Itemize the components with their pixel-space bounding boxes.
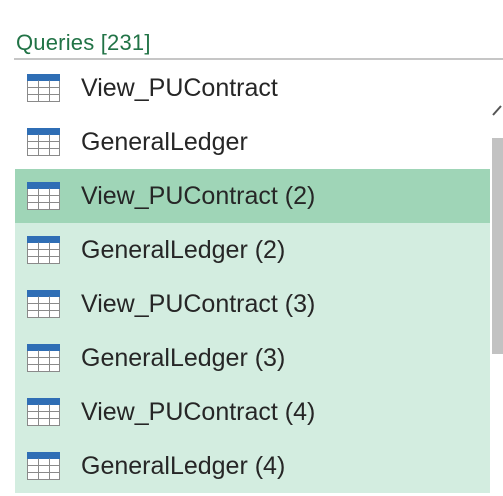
query-item-selected[interactable]: GeneralLedger (4) — [15, 439, 490, 493]
query-label: GeneralLedger (4) — [81, 452, 286, 480]
query-item-active[interactable]: View_PUContract (2) — [15, 169, 490, 223]
query-label: GeneralLedger (2) — [81, 236, 286, 264]
query-item-selected[interactable]: GeneralLedger (3) — [15, 331, 490, 385]
table-icon — [27, 74, 60, 102]
table-icon — [27, 290, 60, 318]
table-icon — [27, 398, 60, 426]
query-item-selected[interactable]: View_PUContract (4) — [15, 385, 490, 439]
query-label: View_PUContract (4) — [81, 398, 316, 426]
table-icon — [27, 452, 60, 480]
table-icon — [27, 182, 60, 210]
query-label: View_PUContract (2) — [81, 182, 316, 210]
query-label: View_PUContract (3) — [81, 290, 316, 318]
table-icon — [27, 344, 60, 372]
query-list: View_PUContract GeneralLedger View_PUCon… — [15, 61, 490, 496]
header-divider — [14, 58, 503, 60]
query-item[interactable]: View_PUContract — [15, 61, 490, 115]
query-item-selected[interactable]: GeneralLedger (2) — [15, 223, 490, 277]
query-label: View_PUContract — [81, 74, 278, 102]
table-icon — [27, 128, 60, 156]
query-label: GeneralLedger — [81, 128, 248, 156]
query-label: GeneralLedger (3) — [81, 344, 286, 372]
scrollbar-thumb[interactable] — [492, 138, 503, 354]
queries-header: Queries [231] — [16, 30, 151, 55]
queries-pane: Queries [231] View_PUContract GeneralLed… — [0, 0, 503, 496]
table-icon — [27, 236, 60, 264]
query-item[interactable]: GeneralLedger — [15, 115, 490, 169]
query-item-selected[interactable]: View_PUContract (3) — [15, 277, 490, 331]
scroll-up-arrow-icon[interactable] — [492, 98, 503, 120]
